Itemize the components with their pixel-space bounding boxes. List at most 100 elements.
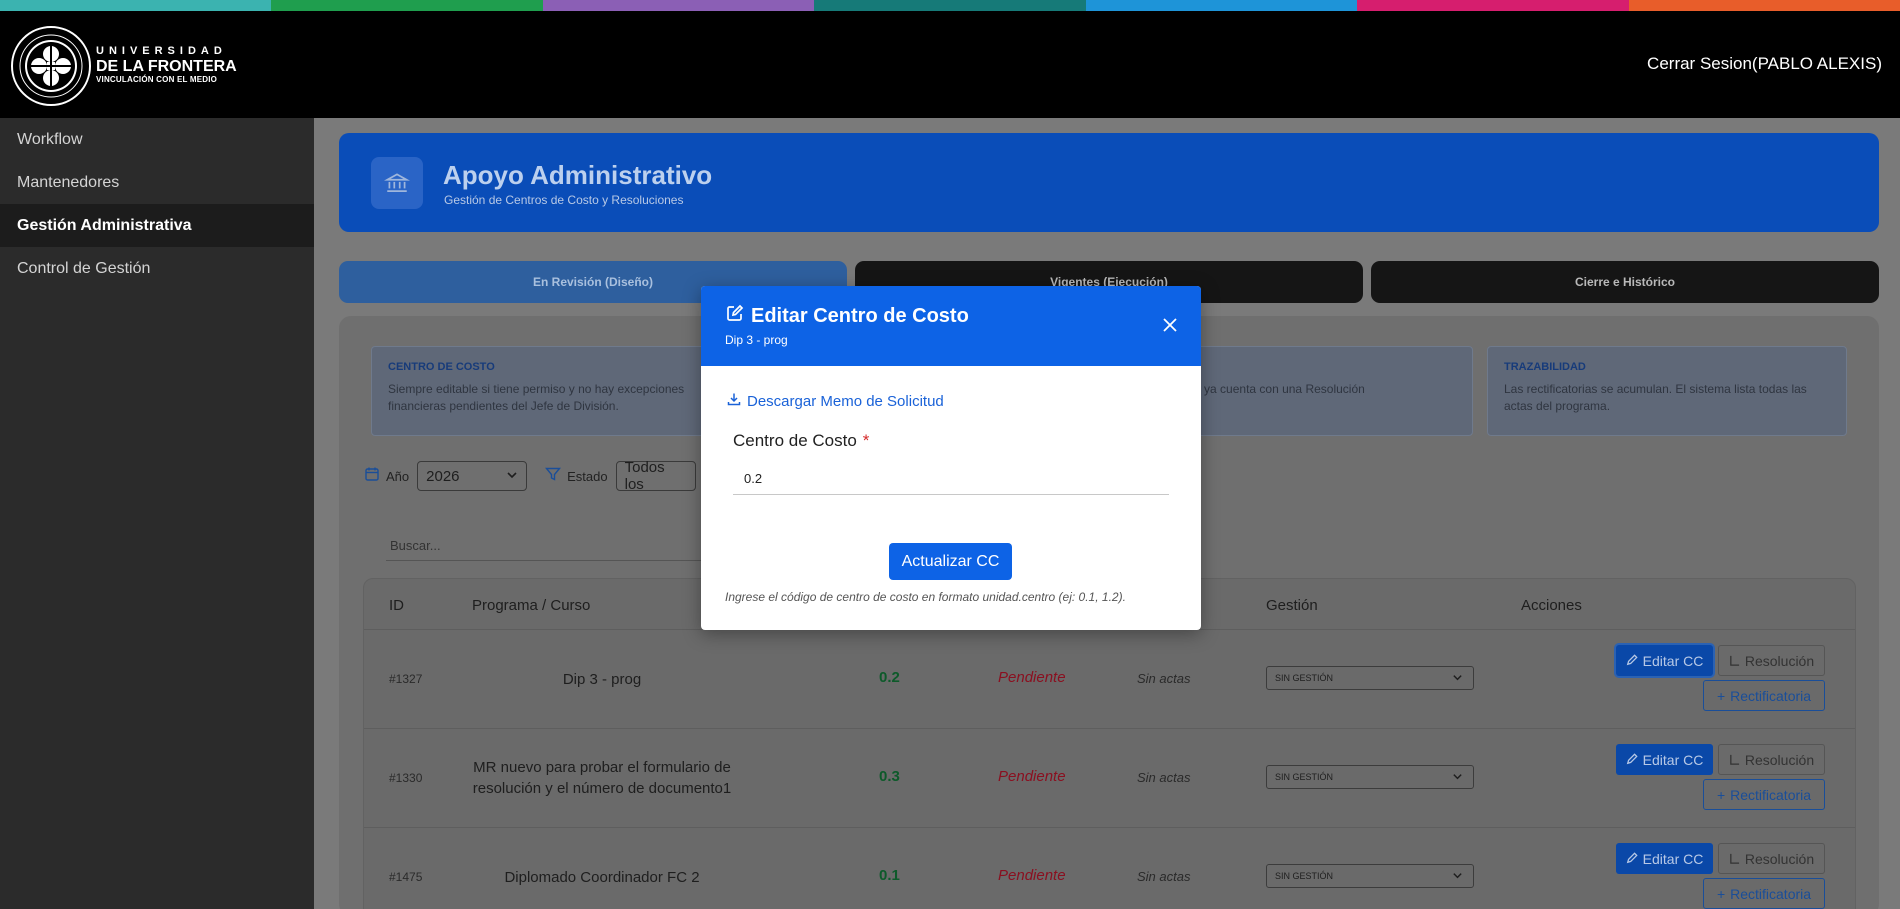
- chevron-down-icon: [1452, 672, 1463, 685]
- logo-line-1: UNIVERSIDAD: [96, 45, 227, 57]
- sidebar-item-workflow[interactable]: Workflow: [0, 118, 314, 161]
- year-label: Año: [386, 468, 410, 484]
- edit-icon: [1626, 653, 1638, 669]
- rectification-button[interactable]: + Rectificatoria: [1703, 878, 1825, 909]
- filter-bar: Año 2026 Estado Todos los: [364, 459, 696, 493]
- row-gestion-select[interactable]: SIN GESTIÓN: [1266, 666, 1474, 690]
- color-stripe: [0, 0, 1900, 11]
- modal-subtitle: Dip 3 - prog: [725, 333, 788, 347]
- row-actas: Sin actas: [1137, 869, 1191, 884]
- row-gestion-select[interactable]: SIN GESTIÓN: [1266, 864, 1474, 888]
- column-header-actions: Acciones: [1521, 597, 1582, 614]
- page-title: Apoyo Administrativo: [443, 160, 713, 190]
- chevron-down-icon: [1452, 771, 1463, 784]
- app-header: UNIVERSIDAD DE LA FRONTERA VINCULACIÓN C…: [0, 11, 1900, 118]
- row-gestion-select[interactable]: SIN GESTIÓN: [1266, 765, 1474, 789]
- resolution-button[interactable]: Resolución: [1718, 843, 1825, 874]
- resolution-icon: [1729, 752, 1740, 768]
- state-select[interactable]: Todos los: [615, 459, 696, 493]
- edit-cc-button[interactable]: Editar CC: [1616, 645, 1713, 676]
- edit-cc-button[interactable]: Editar CC: [1616, 843, 1713, 874]
- cost-center-label: Centro de Costo *: [733, 431, 869, 451]
- logout-link[interactable]: Cerrar Sesion(PABLO ALEXIS): [1647, 54, 1882, 74]
- gestion-value: SIN GESTIÓN: [1275, 673, 1334, 683]
- row-status: Pendiente: [998, 768, 1066, 785]
- column-header-gestion: Gestión: [1266, 597, 1318, 614]
- row-cost-center: 0.2: [879, 669, 900, 686]
- chevron-down-icon: [1452, 870, 1463, 883]
- rectification-button[interactable]: + Rectificatoria: [1703, 779, 1825, 810]
- row-program: Diplomado Coordinador FC 2: [504, 869, 700, 886]
- logo-line-2: DE LA FRONTERA: [96, 58, 237, 75]
- info-card-trazabilidad: TRAZABILIDAD Las rectificatorias se acum…: [1487, 346, 1847, 436]
- close-icon[interactable]: [1159, 314, 1181, 336]
- resolution-label: Resolución: [1744, 751, 1815, 768]
- cost-center-input[interactable]: [733, 463, 1169, 495]
- sidebar-item-mantenedores[interactable]: Mantenedores: [0, 161, 314, 204]
- download-memo-label: Descargar Memo de Solicitud: [747, 392, 944, 410]
- cost-center-label-text: Centro de Costo: [733, 431, 857, 450]
- row-cost-center: 0.1: [879, 867, 900, 884]
- row-status: Pendiente: [998, 669, 1066, 686]
- resolution-icon: [1729, 653, 1740, 669]
- resolution-label: Resolución: [1744, 850, 1815, 867]
- rectification-button[interactable]: + Rectificatoria: [1703, 680, 1825, 711]
- page-banner: Apoyo Administrativo Gestión de Centros …: [339, 133, 1879, 232]
- info-card-title: TRAZABILIDAD: [1504, 361, 1586, 373]
- required-mark: *: [862, 431, 870, 450]
- modal-title-text: Editar Centro de Costo: [751, 304, 969, 327]
- row-id: #1330: [389, 771, 423, 785]
- sidebar-item-control-de-gestion[interactable]: Control de Gestión: [0, 247, 314, 290]
- rectification-label: Rectificatoria: [1730, 885, 1812, 902]
- resolution-button[interactable]: Resolución: [1718, 744, 1825, 775]
- column-header-id: ID: [389, 597, 404, 614]
- tab-cierre-historico[interactable]: Cierre e Histórico: [1371, 261, 1879, 303]
- stripe-segment: [814, 0, 1086, 11]
- edit-cc-button[interactable]: Editar CC: [1616, 744, 1713, 775]
- row-actas: Sin actas: [1137, 671, 1191, 686]
- gestion-value: SIN GESTIÓN: [1275, 772, 1334, 782]
- row-cost-center: 0.3: [879, 768, 900, 785]
- info-card-text: Siempre editable si tiene permiso y no h…: [388, 382, 685, 413]
- download-icon: [727, 392, 741, 410]
- sidebar: Workflow Mantenedores Gestión Administra…: [0, 118, 314, 909]
- university-logo: [10, 25, 92, 107]
- update-cc-button[interactable]: Actualizar CC: [889, 543, 1012, 580]
- plus-icon: +: [1716, 885, 1726, 902]
- rectification-label: Rectificatoria: [1730, 687, 1812, 704]
- row-program: Dip 3 - prog: [562, 671, 642, 688]
- download-memo-link[interactable]: Descargar Memo de Solicitud: [727, 392, 944, 410]
- edit-cc-label: Editar CC: [1642, 652, 1704, 669]
- edit-cc-label: Editar CC: [1642, 850, 1704, 867]
- resolution-label: Resolución: [1744, 652, 1815, 669]
- year-value: 2026: [426, 467, 460, 485]
- edit-cc-label: Editar CC: [1642, 751, 1704, 768]
- row-status: Pendiente: [998, 867, 1066, 884]
- filter-icon: [545, 466, 562, 487]
- stripe-segment: [542, 0, 815, 11]
- row-actas: Sin actas: [1137, 770, 1191, 785]
- modal-title: Editar Centro de Costo: [726, 304, 969, 328]
- chevron-down-icon: [506, 468, 518, 485]
- year-select[interactable]: 2026: [417, 461, 528, 491]
- logo-line-3: VINCULACIÓN CON EL MEDIO: [96, 75, 218, 84]
- modal-header: Editar Centro de Costo Dip 3 - prog: [701, 286, 1201, 366]
- state-value: Todos los: [624, 459, 665, 493]
- plus-icon: +: [1716, 687, 1726, 704]
- plus-icon: +: [1716, 786, 1726, 803]
- row-id: #1327: [389, 672, 423, 686]
- gestion-value: SIN GESTIÓN: [1275, 871, 1334, 881]
- calendar-icon: [364, 466, 380, 487]
- cost-center-help-text: Ingrese el código de centro de costo en …: [725, 590, 1126, 604]
- stripe-segment: [0, 0, 272, 11]
- info-card-title: CENTRO DE COSTO: [388, 361, 495, 373]
- row-id: #1475: [389, 870, 423, 884]
- state-label: Estado: [567, 468, 608, 484]
- stripe-segment: [271, 0, 543, 11]
- resolution-button[interactable]: Resolución: [1718, 645, 1825, 676]
- sidebar-item-gestion-administrativa[interactable]: Gestión Administrativa: [0, 204, 314, 247]
- page-subtitle: Gestión de Centros de Costo y Resolucion…: [444, 193, 684, 207]
- edit-icon: [1626, 851, 1638, 867]
- resolution-icon: [1729, 851, 1740, 867]
- info-card-centro-costo: CENTRO DE COSTO Siempre editable si tien…: [371, 346, 731, 436]
